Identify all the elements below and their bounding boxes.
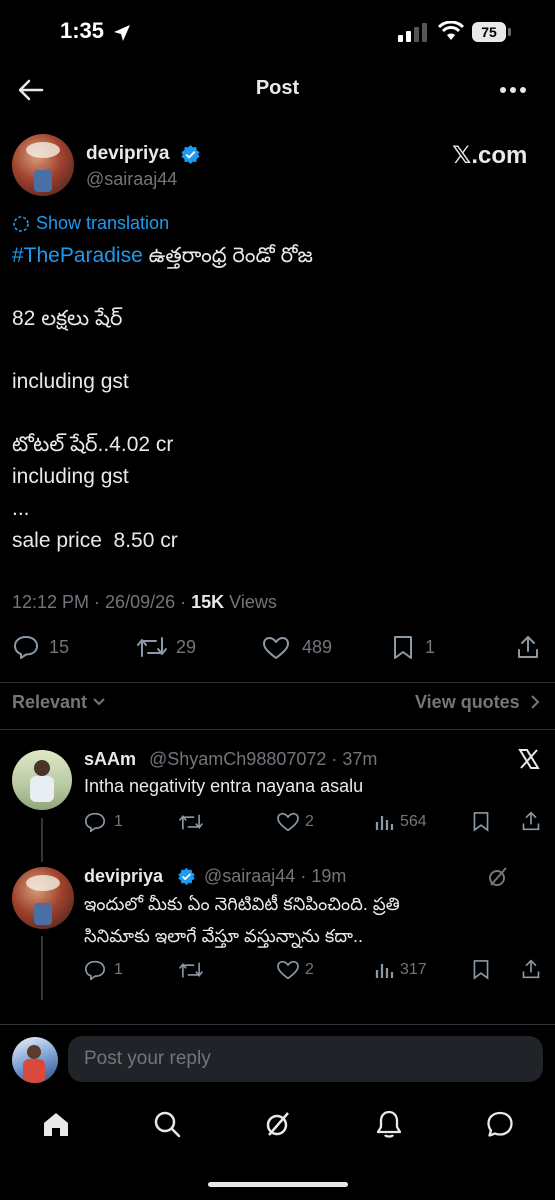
- location-arrow-icon: [114, 25, 130, 41]
- reply-meta[interactable]: @ShyamCh98807072 · 37m: [149, 749, 377, 770]
- share-icon[interactable]: [521, 958, 541, 980]
- post-line-5: including gst: [12, 465, 129, 488]
- bookmark-icon[interactable]: [472, 959, 490, 980]
- watermark-text: 𝕏.com: [452, 142, 528, 169]
- wifi-icon: [438, 21, 464, 40]
- chevron-down-icon[interactable]: [92, 697, 106, 707]
- author-handle[interactable]: @sairaaj44: [86, 169, 177, 190]
- hashtag-link[interactable]: #TheParadise: [12, 244, 143, 267]
- views-icon[interactable]: [375, 812, 395, 832]
- reply-view-count: 564: [400, 813, 427, 830]
- divider: [0, 682, 555, 683]
- view-quotes-link[interactable]: View quotes: [415, 692, 520, 713]
- repost-icon[interactable]: [136, 636, 168, 658]
- divider: [0, 729, 555, 730]
- views-label: Views: [224, 592, 277, 612]
- reply-text-line-1: ఇందులో మీకు ఏం నెగిటివిటీ కనిపించింది. ప…: [84, 894, 400, 914]
- bookmark-icon[interactable]: [392, 635, 414, 660]
- bookmark-icon[interactable]: [472, 811, 490, 832]
- post-line-4: టోటల్ షేర్..4.02 cr: [12, 433, 174, 456]
- show-translation-link[interactable]: Show translation: [36, 213, 169, 234]
- more-icon[interactable]: [500, 86, 526, 94]
- reply-icon[interactable]: [84, 812, 106, 832]
- share-icon[interactable]: [516, 634, 540, 660]
- post-timestamp: 12:12 PM · 26/09/26 ·: [12, 592, 192, 612]
- repost-icon[interactable]: [178, 813, 204, 831]
- reply-like-count: 2: [305, 813, 314, 830]
- reply-author-name[interactable]: devipriya: [84, 866, 163, 887]
- grok-icon[interactable]: [487, 866, 509, 888]
- post-line-6: ...: [12, 497, 30, 520]
- status-time: 1:35: [60, 18, 105, 43]
- reply-like-count: 2: [305, 961, 314, 978]
- post-line-2: 82 లక్షలు షేర్: [12, 307, 123, 330]
- search-icon[interactable]: [153, 1110, 181, 1138]
- like-icon[interactable]: [262, 636, 290, 660]
- reply-input-placeholder[interactable]: Post your reply: [84, 1048, 211, 1070]
- views-icon[interactable]: [375, 960, 395, 980]
- thread-line: [41, 936, 43, 1000]
- reply-reply-count: 1: [114, 961, 123, 978]
- reply-author-name[interactable]: sAAm: [84, 749, 136, 770]
- reply-meta[interactable]: @sairaaj44 · 19m: [204, 866, 346, 887]
- bookmark-count: 1: [425, 637, 436, 657]
- repost-count: 29: [176, 637, 197, 657]
- author-avatar[interactable]: [12, 134, 74, 196]
- verified-icon: [181, 144, 200, 165]
- translate-icon: [13, 216, 29, 232]
- reply-avatar[interactable]: [12, 867, 74, 929]
- messages-icon[interactable]: [486, 1110, 514, 1138]
- like-icon[interactable]: [276, 812, 300, 832]
- views-count[interactable]: 15K: [191, 592, 224, 612]
- sort-dropdown[interactable]: Relevant: [12, 692, 87, 713]
- home-indicator: [208, 1182, 348, 1187]
- chevron-right-icon[interactable]: [530, 694, 540, 710]
- battery-indicator: 75: [472, 22, 506, 42]
- like-icon[interactable]: [276, 960, 300, 980]
- reply-text: Intha negativity entra nayana asalu: [84, 776, 364, 796]
- reply-reply-count: 1: [114, 813, 123, 830]
- verified-icon: [178, 867, 195, 886]
- share-icon[interactable]: [521, 810, 541, 832]
- post-line-3: including gst: [12, 370, 129, 393]
- post-line-1-text: ఉత్తరాంధ్ర రెండో రోజ: [142, 244, 313, 267]
- like-count: 489: [302, 637, 333, 657]
- reply-count: 15: [49, 637, 70, 657]
- home-icon[interactable]: [42, 1110, 70, 1138]
- reply-icon[interactable]: [84, 960, 106, 980]
- repost-icon[interactable]: [178, 961, 204, 979]
- battery-cap: [508, 28, 511, 36]
- reply-avatar[interactable]: [12, 750, 72, 810]
- user-avatar[interactable]: [12, 1037, 58, 1083]
- grok-nav-icon[interactable]: [264, 1110, 292, 1138]
- x-logo-icon: [518, 749, 540, 769]
- signal-icon: [398, 23, 427, 42]
- reply-text-line-2: సినిమాకు ఇలాగే వేస్తూ వస్తున్నాను కదా..: [84, 926, 363, 946]
- reply-view-count: 317: [400, 961, 427, 978]
- post-timestamp-row: 12:12 PM · 26/09/26 · 15K Views: [12, 592, 277, 613]
- reply-icon[interactable]: [13, 635, 39, 659]
- post-line-7: sale price 8.50 cr: [12, 529, 178, 552]
- thread-line: [41, 818, 43, 862]
- post-line-1: #TheParadise ఉత్తరాంధ్ర రెండో రోజ: [12, 244, 313, 273]
- author-name[interactable]: devipriya: [86, 143, 169, 165]
- bell-icon[interactable]: [375, 1109, 403, 1139]
- page-title: Post: [255, 77, 300, 99]
